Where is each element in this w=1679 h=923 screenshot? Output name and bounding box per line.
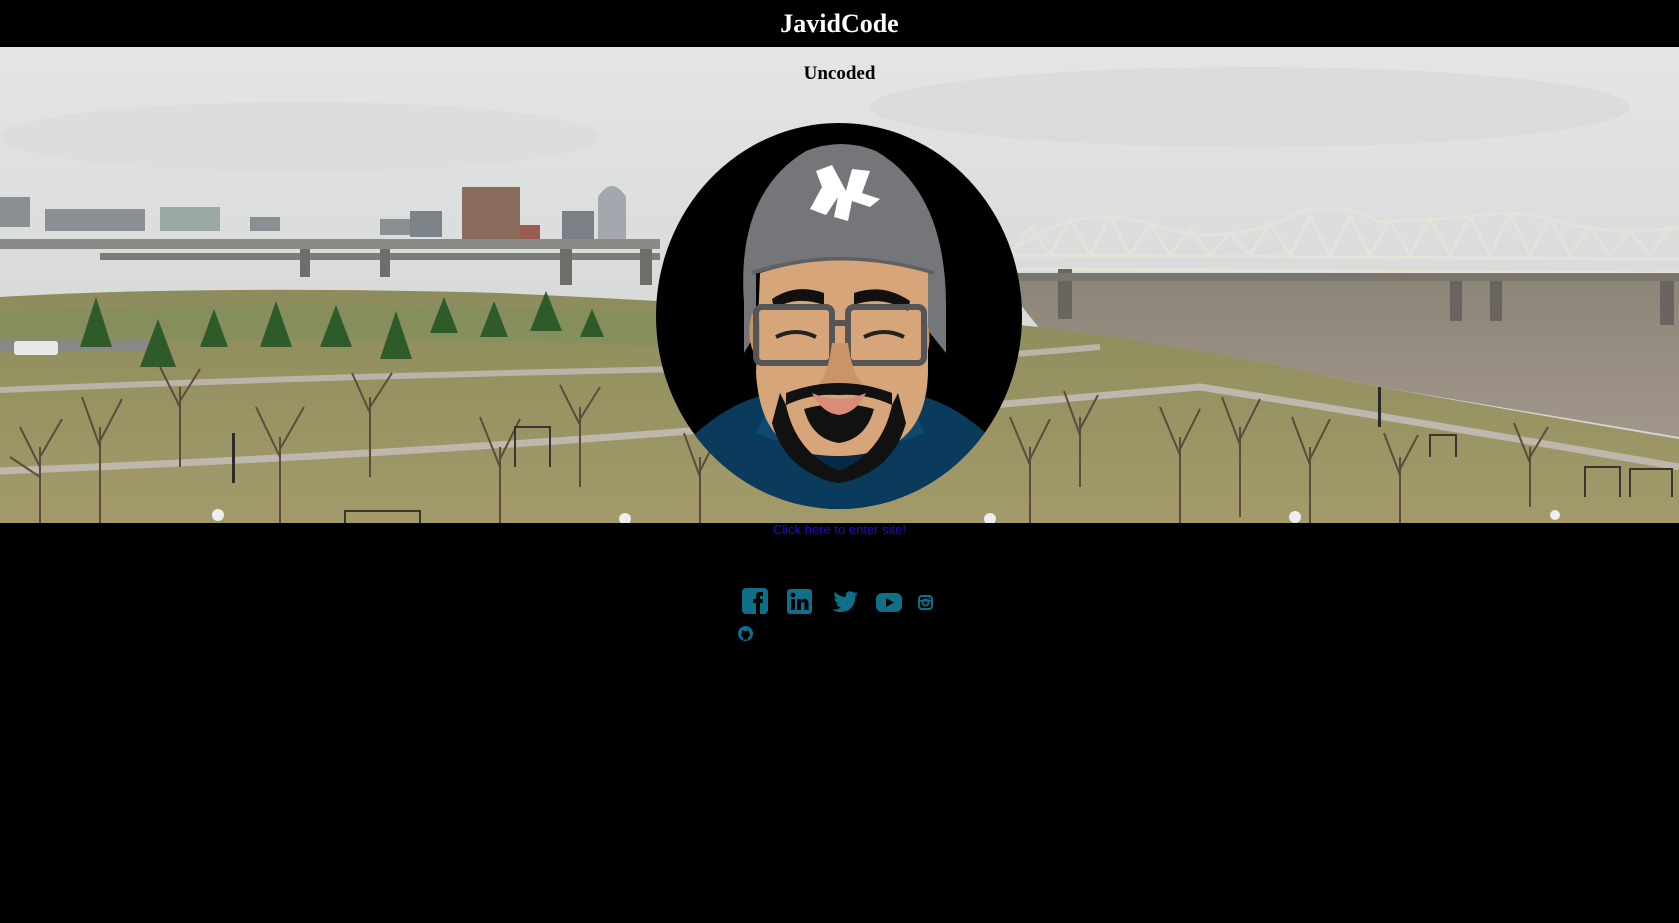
youtube-icon <box>876 593 902 612</box>
site-header: JavidCode <box>0 0 1679 47</box>
hero-subtitle: Uncoded <box>803 63 876 84</box>
landing-page: JavidCode Uncoded Click here to enter si… <box>0 0 1679 923</box>
youtube-link[interactable] <box>876 593 902 612</box>
enter-site-link[interactable]: Click here to enter site! <box>0 522 1679 537</box>
linkedin-link[interactable] <box>787 589 812 614</box>
hero-banner: Uncoded <box>0 47 1679 523</box>
avatar-illustration <box>656 123 1022 509</box>
facebook-icon <box>742 588 768 614</box>
facebook-link[interactable] <box>742 588 768 614</box>
github-link[interactable] <box>738 626 753 641</box>
instagram-icon <box>918 595 933 610</box>
github-icon <box>738 626 753 641</box>
instagram-link[interactable] <box>918 595 933 610</box>
twitter-link[interactable] <box>832 591 858 613</box>
social-links <box>738 588 940 648</box>
linkedin-icon <box>787 589 812 614</box>
twitter-icon <box>832 591 858 612</box>
site-title: JavidCode <box>780 8 899 38</box>
